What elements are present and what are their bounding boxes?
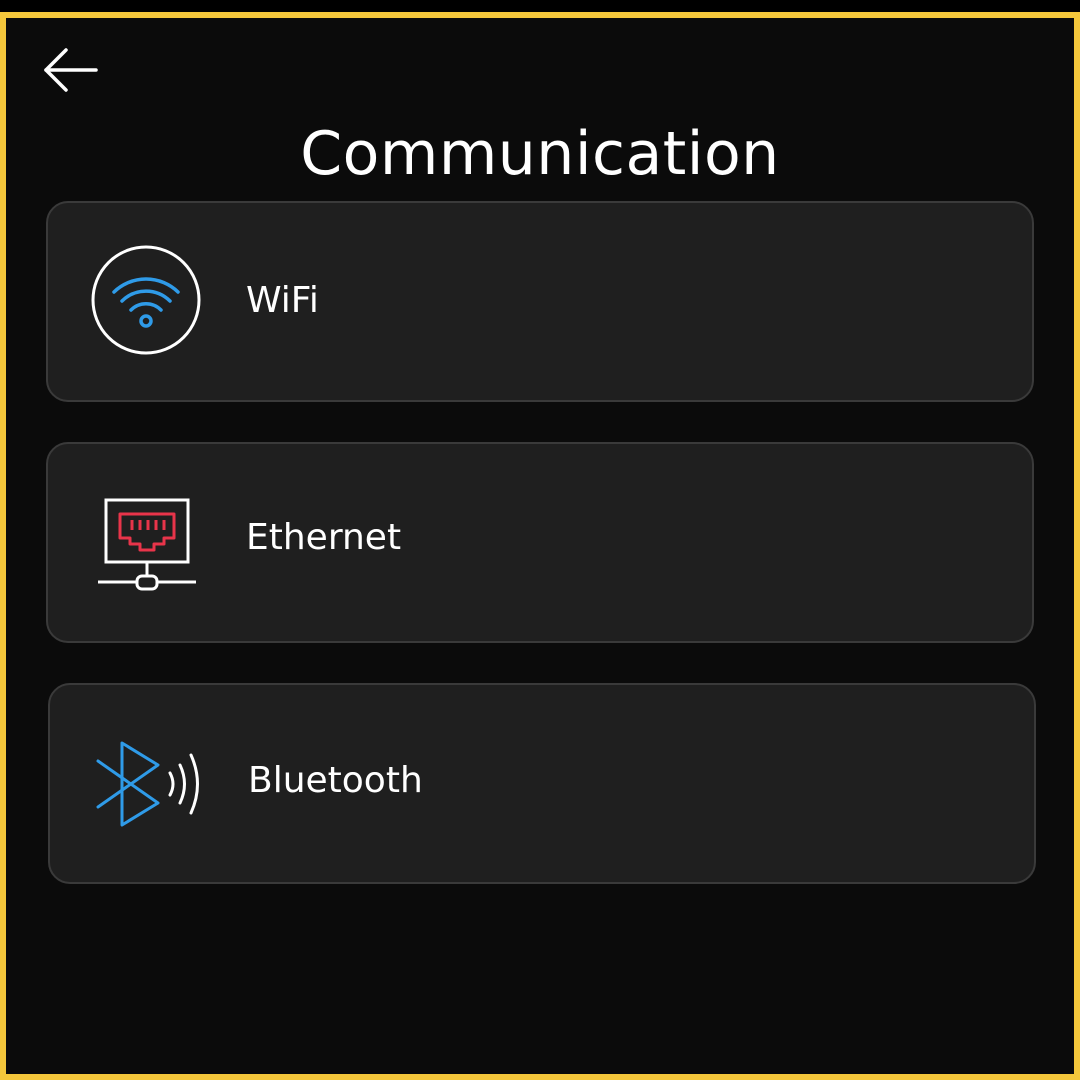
bluetooth-option[interactable]: Bluetooth bbox=[48, 683, 1036, 884]
arrow-left-icon bbox=[44, 48, 98, 92]
wifi-label: WiFi bbox=[246, 280, 319, 321]
ethernet-option[interactable]: Ethernet bbox=[46, 442, 1034, 643]
page-title: Communication bbox=[300, 119, 780, 189]
ethernet-label: Ethernet bbox=[246, 517, 402, 558]
wifi-option[interactable]: WiFi bbox=[46, 201, 1034, 402]
back-button[interactable] bbox=[40, 44, 102, 96]
ethernet-port-icon bbox=[96, 496, 200, 596]
bluetooth-label: Bluetooth bbox=[248, 760, 423, 801]
wifi-icon bbox=[90, 244, 202, 356]
top-strip bbox=[0, 0, 1080, 12]
bluetooth-icon bbox=[94, 739, 206, 829]
